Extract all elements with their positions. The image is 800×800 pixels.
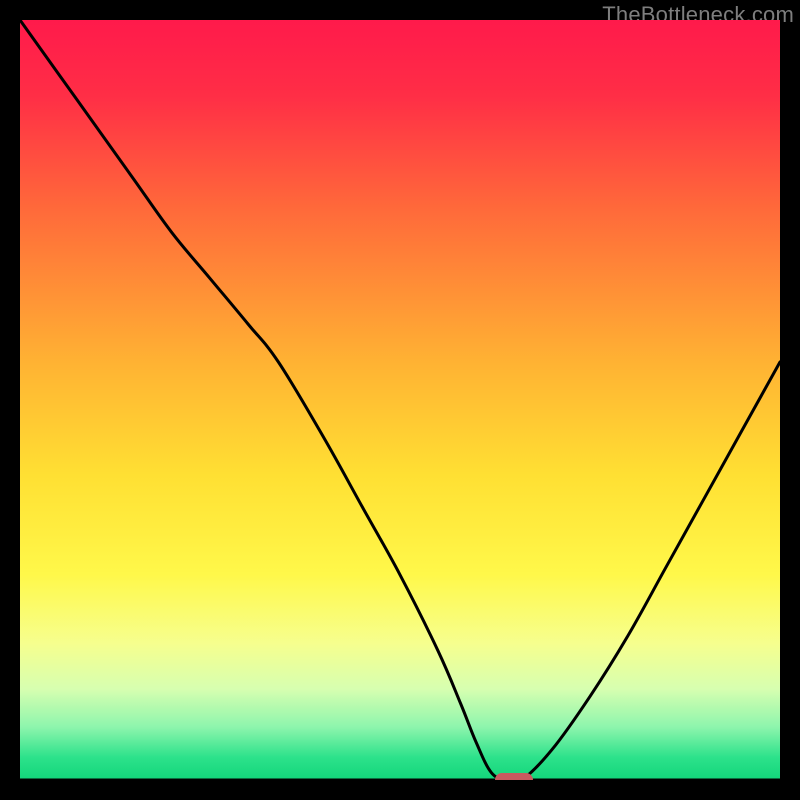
bottleneck-chart — [20, 20, 780, 780]
gradient-background — [20, 20, 780, 780]
plot-area — [20, 20, 780, 780]
optimal-marker — [495, 773, 533, 780]
chart-frame: TheBottleneck.com — [0, 0, 800, 800]
